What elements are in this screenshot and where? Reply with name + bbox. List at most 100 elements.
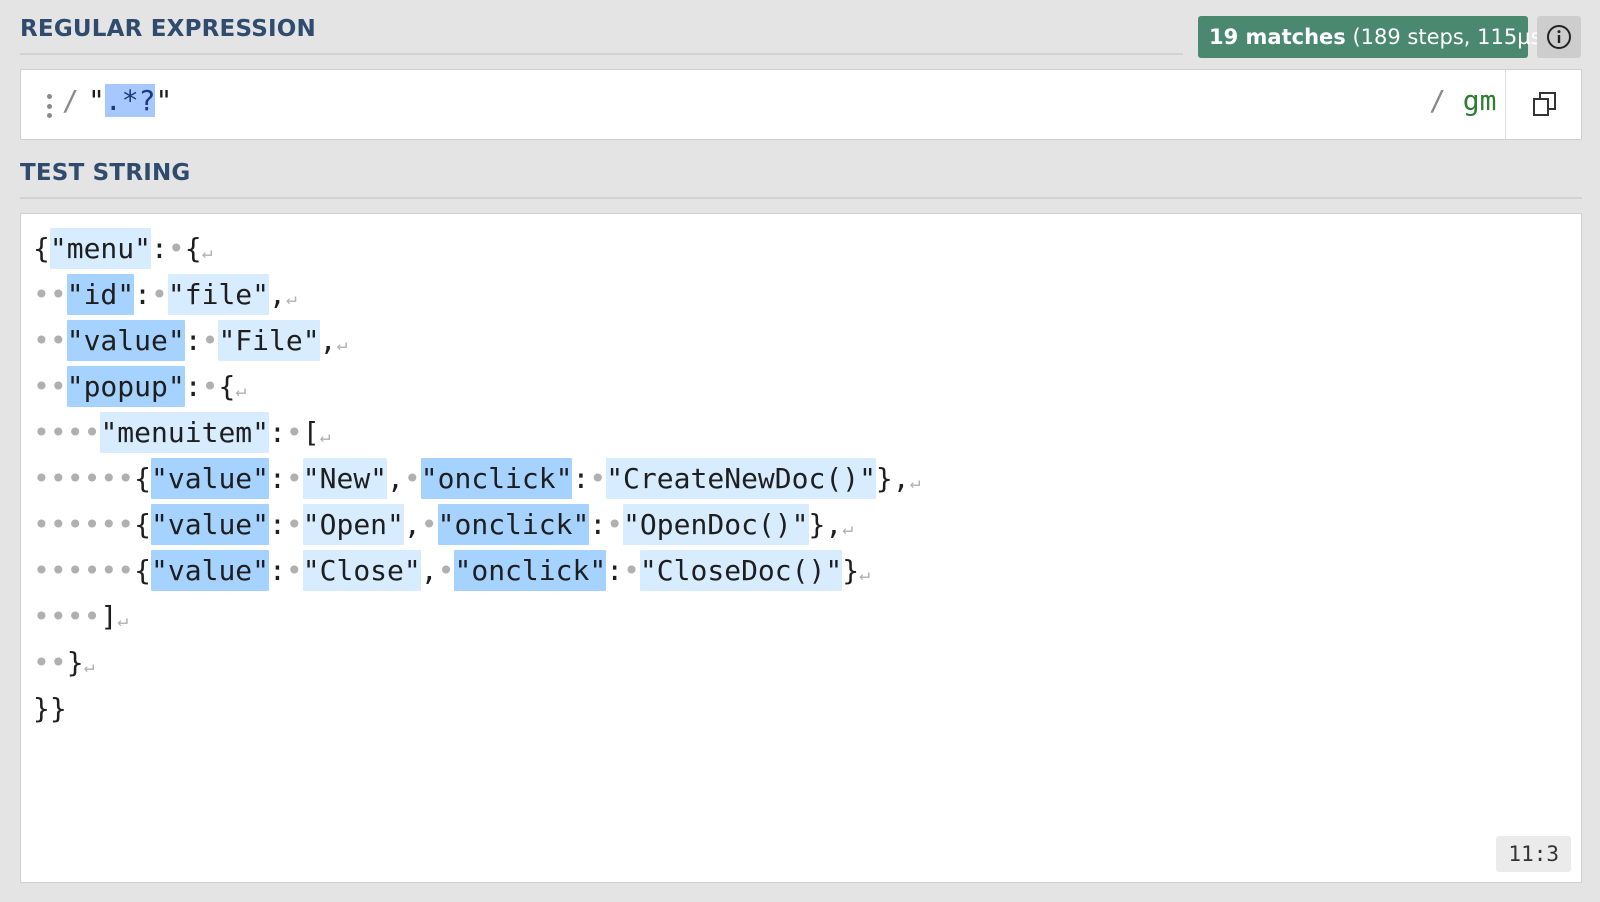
text-segment: }: [842, 554, 860, 587]
info-icon: [1547, 25, 1571, 49]
newline-marker: ↵: [319, 426, 331, 447]
match-highlight: "onclick": [454, 550, 607, 591]
newline-marker: ↵: [336, 334, 348, 355]
text-segment: :: [589, 508, 607, 541]
whitespace-marker: ••: [33, 278, 67, 311]
regex-box-divider: [1505, 70, 1506, 139]
text-segment: }}: [33, 692, 67, 725]
section-divider: [20, 197, 1582, 199]
text-segment: {: [218, 370, 236, 403]
code-line: ••"popup":•{↵: [33, 364, 920, 410]
text-segment: :: [269, 508, 286, 541]
text-segment: },: [808, 508, 843, 541]
match-count: 19 matches: [1209, 25, 1346, 49]
text-segment: :: [184, 370, 202, 403]
text-segment: }: [66, 646, 84, 679]
whitespace-marker: ••••••: [33, 554, 135, 587]
match-highlight: "id": [66, 274, 135, 315]
test-section-title: TEST STRING: [20, 160, 191, 186]
whitespace-marker: •: [167, 232, 185, 265]
match-highlight: "onclick": [437, 504, 590, 545]
regex-section-title: REGULAR EXPRESSION: [20, 16, 316, 42]
regex-delimiter-close: /: [1429, 84, 1446, 117]
text-segment: :: [269, 462, 286, 495]
text-segment: ,: [403, 508, 421, 541]
match-detail: (189 steps, 115µs): [1352, 25, 1550, 49]
code-line: ••}↵: [33, 640, 920, 686]
text-segment: :: [134, 278, 152, 311]
whitespace-marker: ••••••: [33, 462, 135, 495]
whitespace-marker: •: [285, 416, 303, 449]
text-segment: [: [302, 416, 320, 449]
newline-marker: ↵: [285, 288, 297, 309]
whitespace-marker: ••••: [33, 416, 101, 449]
section-divider: [20, 53, 1183, 55]
copy-icon[interactable]: [1531, 90, 1559, 118]
text-segment: :: [269, 416, 286, 449]
whitespace-marker: •: [151, 278, 168, 311]
regex-input-box[interactable]: / ".*?" / gm: [20, 69, 1582, 140]
whitespace-marker: •: [589, 462, 607, 495]
whitespace-marker: •: [285, 554, 303, 587]
text-segment: {: [134, 462, 152, 495]
regex-delimiter-open: /: [62, 84, 79, 117]
match-highlight: "CloseDoc()": [639, 550, 843, 591]
match-highlight: "onclick": [420, 458, 573, 499]
cursor-position: 11:3: [1496, 836, 1571, 872]
whitespace-marker: ••••••: [33, 508, 135, 541]
whitespace-marker: •: [201, 370, 219, 403]
text-segment: ,: [319, 324, 337, 357]
test-string-editor[interactable]: {"menu":•{↵ ••"id":•"file",↵ ••"value":•"F…: [20, 213, 1582, 883]
whitespace-marker: •: [420, 508, 438, 541]
match-highlight: "popup": [66, 366, 185, 407]
info-button[interactable]: [1537, 16, 1581, 58]
text-segment: :: [184, 324, 202, 357]
code-line: ••••"menuitem":•[↵: [33, 410, 920, 456]
match-highlight: "CreateNewDoc()": [606, 458, 876, 499]
text-segment: ,: [269, 278, 286, 311]
code-line: ••••]↵: [33, 594, 920, 640]
text-segment: {: [134, 554, 152, 587]
text-segment: :: [269, 554, 286, 587]
newline-marker: ↵: [83, 656, 95, 677]
whitespace-marker: •: [403, 462, 421, 495]
match-highlight: "menuitem": [100, 412, 270, 453]
code-line: ••"value":•"File",↵: [33, 318, 920, 364]
match-highlight: "value": [151, 504, 270, 545]
text-segment: {: [184, 232, 202, 265]
regex-flags-area[interactable]: / gm: [1429, 84, 1496, 117]
text-segment: ,: [420, 554, 438, 587]
whitespace-marker: ••••: [33, 600, 101, 633]
match-highlight: "menu": [49, 228, 152, 269]
text-segment: ,: [387, 462, 404, 495]
newline-marker: ↵: [201, 242, 213, 263]
whitespace-marker: •: [201, 324, 219, 357]
text-segment: {: [33, 232, 50, 265]
text-segment: :: [606, 554, 624, 587]
match-highlight: "value": [151, 550, 270, 591]
whitespace-marker: •: [437, 554, 455, 587]
regex-expression[interactable]: ".*?": [88, 84, 172, 117]
match-highlight: "value": [151, 458, 270, 499]
match-highlight: "File": [218, 320, 320, 361]
whitespace-marker: ••: [33, 646, 67, 679]
text-segment: {: [134, 508, 152, 541]
drag-handle-icon[interactable]: [45, 94, 53, 118]
text-segment: :: [151, 232, 168, 265]
code-line: ••••••{"value":•"Open",•"onclick":•"Open…: [33, 502, 920, 548]
newline-marker: ↵: [235, 380, 247, 401]
match-count-badge: 19 matches (189 steps, 115µs): [1198, 16, 1550, 58]
code-line: ••"id":•"file",↵: [33, 272, 920, 318]
whitespace-marker: ••: [33, 324, 67, 357]
newline-marker: ↵: [909, 472, 921, 493]
match-highlight: "file": [167, 274, 270, 315]
match-highlight: "value": [66, 320, 185, 361]
newline-marker: ↵: [859, 564, 870, 585]
regex-prefix: ": [88, 84, 105, 117]
test-string-code[interactable]: {"menu":•{↵ ••"id":•"file",↵ ••"value":•"F…: [33, 226, 920, 732]
whitespace-marker: •: [623, 554, 640, 587]
regex-token-highlight: .*?: [104, 84, 156, 117]
code-line: {"menu":•{↵: [33, 226, 920, 272]
whitespace-marker: ••: [33, 370, 67, 403]
code-line: ••••••{"value":•"New",•"onclick":•"Creat…: [33, 456, 920, 502]
